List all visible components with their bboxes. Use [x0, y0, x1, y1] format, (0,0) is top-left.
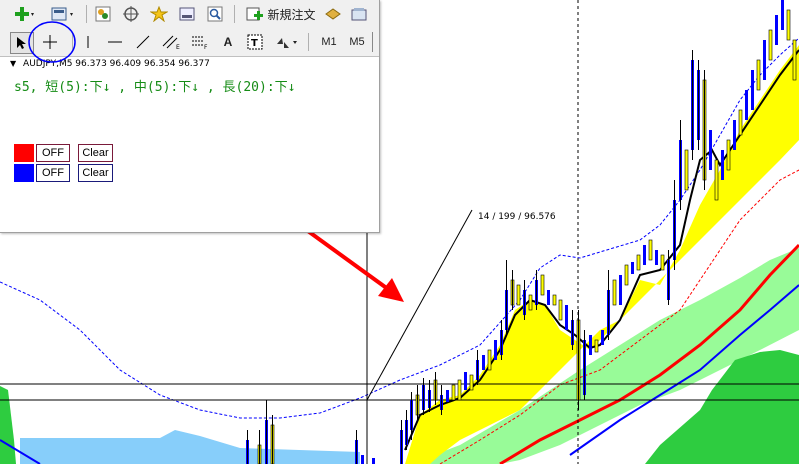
arrows-dropdown-icon[interactable] [272, 32, 302, 52]
new-order-button[interactable]: 新規注文 [240, 4, 322, 24]
signal-text: s5, 短(5):下↓ , 中(5):下↓ , 長(20):下↓ [14, 80, 296, 95]
arrow-cursor-icon[interactable] [10, 32, 34, 54]
toolbar-separator [234, 5, 235, 23]
control-row-blue: OFF Clear [14, 164, 113, 182]
red-off-button[interactable]: OFF [36, 144, 70, 162]
chart-overlay-window: 新規注文 E F A T M1 M5 ▼ AUDJPY,M5 96.373 96… [0, 0, 380, 233]
chart-symbol-row: ▼ AUDJPY,M5 96.373 96.409 96.354 96.377 [10, 59, 210, 69]
text-tool-icon[interactable]: A [218, 32, 238, 52]
equidistant-channel-icon[interactable]: E [160, 32, 184, 52]
zoom-icon[interactable] [204, 4, 226, 24]
new-order-icon [246, 7, 264, 21]
blue-color-swatch[interactable] [14, 164, 34, 182]
line-studies-toolbar: E F A T M1 M5 [0, 28, 379, 57]
svg-text:E: E [176, 44, 180, 50]
blue-clear-button[interactable]: Clear [78, 164, 113, 182]
toolbar-separator [308, 33, 309, 51]
vertical-line-icon[interactable] [78, 32, 98, 52]
new-order-label: 新規注文 [267, 7, 316, 22]
symbol-info: AUDJPY,M5 96.373 96.409 96.354 96.377 [23, 59, 210, 69]
profiles-icon[interactable] [48, 4, 78, 24]
crosshair-readout: 14 / 199 / 96.576 [478, 212, 556, 222]
navigator-icon[interactable] [120, 4, 142, 24]
text-label-icon[interactable]: T [244, 32, 266, 52]
new-chart-icon[interactable] [10, 4, 38, 24]
blue-off-button[interactable]: OFF [36, 164, 70, 182]
timeframe-m5[interactable]: M5 [344, 32, 370, 52]
red-color-swatch[interactable] [14, 144, 34, 162]
crosshair-icon[interactable] [38, 32, 62, 52]
crosshair-measure-line [366, 209, 473, 401]
options-icon[interactable] [348, 4, 370, 24]
cloud-green-left [0, 386, 16, 464]
timeframe-next[interactable] [372, 32, 379, 52]
market-watch-icon[interactable] [92, 4, 114, 24]
fibonacci-icon[interactable]: F [188, 32, 212, 52]
toolbar-separator [86, 5, 87, 23]
toolbar-separator [72, 33, 73, 51]
trendline-icon[interactable] [132, 32, 154, 52]
svg-text:F: F [204, 44, 208, 50]
svg-text:T: T [251, 38, 258, 49]
chart-collapse-icon[interactable]: ▼ [10, 59, 16, 68]
control-row-red: OFF Clear [14, 144, 113, 162]
horizontal-line-icon[interactable] [104, 32, 126, 52]
annotation-arrow-head [378, 278, 404, 302]
strategy-tester-icon[interactable] [322, 4, 344, 24]
terminal-icon[interactable] [176, 4, 198, 24]
favorites-icon[interactable] [148, 4, 170, 24]
standard-toolbar: 新規注文 [0, 0, 379, 29]
cloud-blue-area [20, 430, 360, 464]
red-clear-button[interactable]: Clear [78, 144, 113, 162]
timeframe-m1[interactable]: M1 [316, 32, 342, 52]
